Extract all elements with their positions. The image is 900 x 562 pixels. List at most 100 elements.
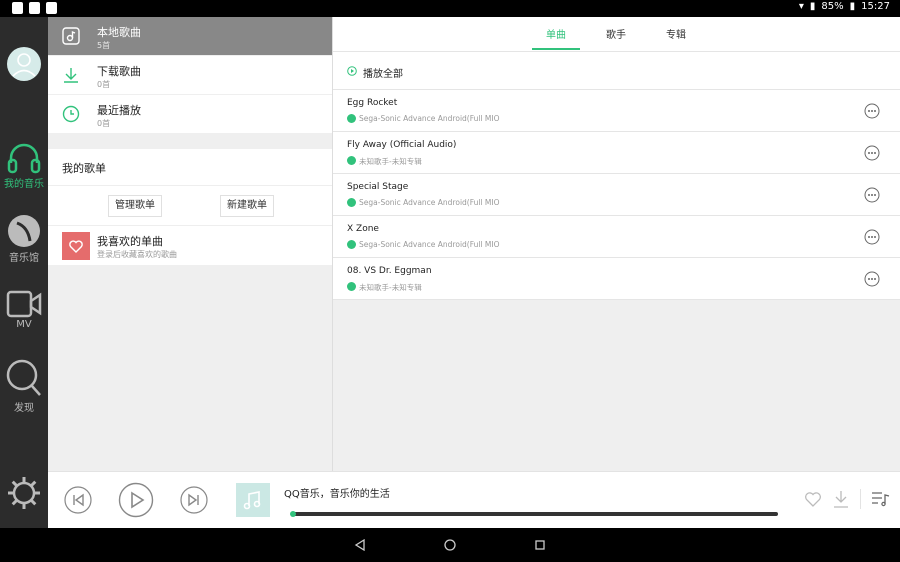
app-icon: [29, 2, 40, 14]
home-icon[interactable]: [444, 539, 456, 551]
nav-label: 音乐馆: [9, 253, 39, 264]
wifi-icon: ▾: [798, 1, 804, 12]
play-button[interactable]: [118, 482, 154, 518]
library-item-recent[interactable]: 最近播放 0首: [48, 95, 332, 133]
library-item-downloads[interactable]: 下载歌曲 0首: [48, 56, 332, 94]
song-title: 08. VS Dr. Eggman: [347, 266, 432, 276]
recents-icon[interactable]: [534, 539, 546, 551]
progress-knob[interactable]: [290, 511, 296, 517]
progress-bar[interactable]: [291, 512, 778, 516]
now-playing-title: QQ音乐，音乐你的生活: [284, 489, 390, 500]
manage-playlists-button[interactable]: 管理歌单: [108, 195, 162, 217]
song-subtitle: Sega-Sonic Advance Android(Full MIO: [359, 114, 500, 123]
library-pane: 本地歌曲 5首 下载歌曲 0首 最近播放 0首 我的歌单 管理歌单 新建歌单 我…: [48, 17, 333, 471]
heart-icon: [69, 240, 83, 253]
more-icon[interactable]: [864, 271, 880, 287]
player-divider: [860, 489, 861, 509]
video-icon: [6, 290, 42, 318]
new-playlist-button[interactable]: 新建歌单: [220, 195, 274, 217]
nav-mv[interactable]: MV: [0, 289, 48, 330]
play-circle-icon: [347, 66, 357, 76]
more-icon[interactable]: [864, 187, 880, 203]
heart-icon[interactable]: [804, 491, 822, 507]
song-title: Special Stage: [347, 182, 409, 192]
downloaded-check-icon: [347, 240, 356, 249]
back-icon[interactable]: [354, 539, 366, 551]
more-icon[interactable]: [864, 145, 880, 161]
playlist-header: 我的歌单: [48, 149, 332, 186]
song-list-pane: 单曲 歌手 专辑 播放全部 Egg Rocket Sega-Sonic Adva…: [333, 17, 900, 471]
notification-icons: [12, 2, 57, 14]
user-icon: [12, 53, 36, 77]
song-row[interactable]: Egg Rocket Sega-Sonic Advance Android(Fu…: [333, 90, 900, 132]
nav-label: 我的音乐: [4, 179, 44, 190]
clock-icon: [62, 105, 80, 123]
cloud-icon: [12, 2, 23, 14]
nav-label: MV: [16, 319, 32, 330]
playlist-actions: 管理歌单 新建歌单: [48, 186, 332, 226]
favorite-subtitle: 登录后收藏喜欢的歌曲: [97, 250, 177, 259]
settings-button[interactable]: [6, 475, 42, 515]
shield-icon: [46, 2, 57, 14]
signal-icon: ▮: [809, 1, 816, 12]
download-icon: [64, 68, 78, 83]
song-row[interactable]: Fly Away (Official Audio) 未知歌手-未知专辑: [333, 132, 900, 174]
library-item-count: 5首: [97, 41, 111, 50]
favorite-playlist[interactable]: 我喜欢的单曲 登录后收藏喜欢的歌曲: [48, 226, 332, 265]
search-icon: [6, 359, 41, 396]
now-playing-cover[interactable]: [236, 483, 270, 517]
clock: 15:27: [861, 1, 890, 12]
library-item-count: 0首: [97, 80, 111, 89]
headphones-icon: [7, 143, 41, 174]
favorite-title: 我喜欢的单曲: [97, 235, 163, 248]
library-item-title: 下载歌曲: [97, 65, 141, 78]
library-item-title: 最近播放: [97, 104, 141, 117]
music-note-icon: [243, 491, 261, 510]
download-icon[interactable]: [833, 490, 849, 508]
previous-button[interactable]: [64, 486, 92, 514]
nav-label: 发现: [14, 403, 34, 414]
library-item-title: 本地歌曲: [97, 26, 141, 39]
avatar[interactable]: [7, 47, 41, 81]
library-item-local-songs[interactable]: 本地歌曲 5首: [48, 17, 332, 55]
nav-discover[interactable]: 发现: [0, 357, 48, 414]
more-icon[interactable]: [864, 103, 880, 119]
downloaded-check-icon: [347, 198, 356, 207]
downloaded-check-icon: [347, 282, 356, 291]
more-icon[interactable]: [864, 229, 880, 245]
playlist-header-label: 我的歌单: [62, 162, 106, 175]
song-subtitle: 未知歌手-未知专辑: [359, 283, 422, 292]
main-nav: 我的音乐 音乐馆 MV 发现: [0, 17, 48, 528]
playlist-icon[interactable]: [870, 490, 890, 508]
song-row[interactable]: Special Stage Sega-Sonic Advance Android…: [333, 174, 900, 216]
song-title: Fly Away (Official Audio): [347, 140, 457, 150]
local-music-icon: [62, 27, 80, 45]
disc-icon: [8, 215, 40, 247]
nav-music-hall[interactable]: 音乐馆: [0, 213, 48, 264]
downloaded-check-icon: [347, 114, 356, 123]
tab-artists[interactable]: 歌手: [606, 26, 626, 41]
favorite-cover: [62, 232, 90, 260]
tab-albums[interactable]: 专辑: [666, 26, 686, 41]
library-item-count: 0首: [97, 119, 111, 128]
song-row[interactable]: 08. VS Dr. Eggman 未知歌手-未知专辑: [333, 258, 900, 300]
song-subtitle: 未知歌手-未知专辑: [359, 157, 422, 166]
nav-my-music[interactable]: 我的音乐: [0, 141, 48, 190]
tab-bar: 单曲 歌手 专辑: [333, 17, 900, 52]
next-button[interactable]: [180, 486, 208, 514]
downloaded-check-icon: [347, 156, 356, 165]
play-all-row[interactable]: 播放全部: [333, 52, 900, 90]
system-nav-bar: [0, 528, 900, 562]
gear-icon: [8, 477, 40, 509]
song-row[interactable]: X Zone Sega-Sonic Advance Android(Full M…: [333, 216, 900, 258]
player-bar: QQ音乐，音乐你的生活: [48, 471, 900, 529]
play-all-label: 播放全部: [363, 69, 403, 80]
status-bar: ▾ ▮ 85% ▮ 15:27: [0, 0, 900, 17]
song-subtitle: Sega-Sonic Advance Android(Full MIO: [359, 240, 500, 249]
battery-level: 85%: [821, 1, 844, 12]
tab-songs[interactable]: 单曲: [532, 26, 580, 50]
song-subtitle: Sega-Sonic Advance Android(Full MIO: [359, 198, 500, 207]
song-title: Egg Rocket: [347, 98, 398, 108]
song-title: X Zone: [347, 224, 379, 234]
battery-icon: ▮: [849, 1, 856, 12]
